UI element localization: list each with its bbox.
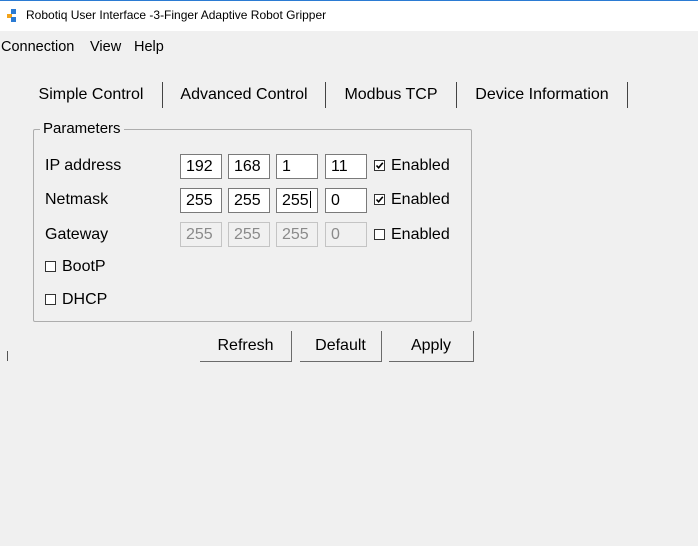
netmask-octet-4-input[interactable]: 0 [325, 188, 367, 213]
checkbox-label: BootP [62, 258, 106, 275]
menu-view[interactable]: View [90, 39, 121, 55]
tab-label: Simple Control [38, 86, 144, 103]
gateway-octet-2-value: 255 [234, 226, 261, 243]
netmask-octet-1-value: 255 [186, 192, 213, 209]
netmask-octet-2-input[interactable]: 255 [228, 188, 270, 213]
gateway-octet-2-input[interactable]: 255 [228, 222, 270, 247]
menu-help[interactable]: Help [134, 39, 164, 55]
ip-octet-3-value: 1 [282, 158, 291, 175]
netmask-octet-3-input[interactable]: 255 [276, 188, 318, 213]
title-bar: Robotiq User Interface -3-Finger Adaptiv… [0, 0, 698, 31]
checkbox-label: Enabled [391, 191, 450, 208]
dhcp-checkbox[interactable]: DHCP [45, 290, 125, 310]
checkbox-box [374, 160, 385, 171]
parameters-legend: Parameters [40, 120, 124, 138]
tab-label: Device Information [475, 86, 609, 103]
tab-simple-control[interactable]: Simple Control [20, 82, 163, 108]
ip-address-label: IP address [45, 157, 122, 174]
ip-octet-2-value: 168 [234, 158, 261, 175]
checkbox-box [374, 194, 385, 205]
refresh-button[interactable]: Refresh [200, 331, 292, 362]
menu-connection[interactable]: Connection [1, 39, 74, 55]
gateway-octet-1-input[interactable]: 255 [180, 222, 222, 247]
checkbox-label: Enabled [391, 157, 450, 174]
netmask-label: Netmask [45, 191, 109, 208]
tab-label: Advanced Control [180, 86, 308, 103]
application-window: Robotiq User Interface -3-Finger Adaptiv… [0, 0, 698, 546]
checkbox-box [45, 294, 56, 305]
tab-label: Modbus TCP [344, 86, 438, 103]
netmask-octet-4-value: 0 [331, 192, 340, 209]
checkmark-icon [375, 196, 384, 204]
menu-bar: Connection View Help [0, 31, 698, 67]
gateway-octet-4-value: 0 [331, 226, 340, 243]
gateway-octet-1-value: 255 [186, 226, 213, 243]
gateway-label: Gateway [45, 226, 109, 243]
default-button[interactable]: Default [300, 331, 382, 362]
checkbox-box [45, 261, 56, 272]
ip-octet-3-input[interactable]: 1 [276, 154, 318, 179]
robotiq-logo-icon [7, 9, 16, 22]
ip-enabled-checkbox[interactable]: Enabled [374, 156, 464, 176]
netmask-octet-2-value: 255 [234, 192, 261, 209]
window-title: Robotiq User Interface -3-Finger Adaptiv… [26, 8, 327, 22]
tab-modbus-tcp[interactable]: Modbus TCP [326, 82, 457, 108]
checkbox-label: Enabled [391, 226, 450, 243]
gateway-octet-4-input[interactable]: 0 [325, 222, 367, 247]
checkmark-icon [375, 162, 384, 170]
ip-octet-1-value: 192 [186, 158, 213, 175]
gateway-octet-3-input[interactable]: 255 [276, 222, 318, 247]
ip-octet-4-input[interactable]: 11 [325, 154, 367, 179]
checkbox-label: DHCP [62, 291, 108, 308]
checkbox-box [374, 229, 385, 240]
ip-octet-1-input[interactable]: 192 [180, 154, 222, 179]
tab-advanced-control[interactable]: Advanced Control [163, 82, 326, 108]
window-edge-marker [7, 351, 8, 361]
ip-octet-4-value: 11 [331, 158, 348, 175]
netmask-octet-3-value: 255 [282, 192, 309, 209]
tab-device-information[interactable]: Device Information [457, 82, 628, 108]
text-caret [309, 191, 311, 208]
bootp-checkbox[interactable]: BootP [45, 257, 125, 277]
gateway-octet-3-value: 255 [282, 226, 309, 243]
apply-button[interactable]: Apply [389, 331, 474, 362]
gateway-enabled-checkbox[interactable]: Enabled [374, 225, 464, 245]
ip-octet-2-input[interactable]: 168 [228, 154, 270, 179]
netmask-enabled-checkbox[interactable]: Enabled [374, 190, 464, 210]
netmask-octet-1-input[interactable]: 255 [180, 188, 222, 213]
